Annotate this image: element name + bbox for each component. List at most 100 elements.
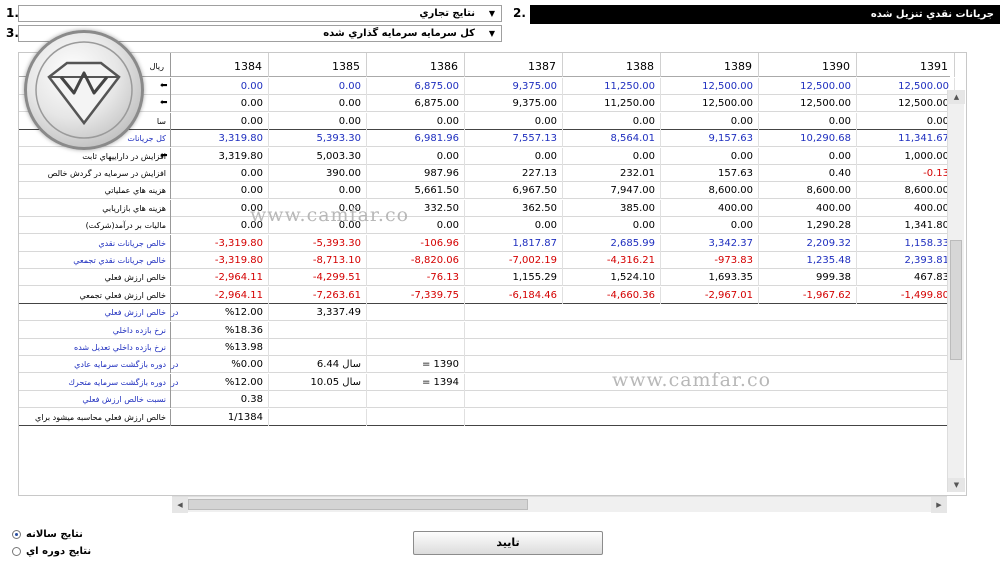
table-cell[interactable]: -2,964.11 xyxy=(171,286,269,304)
table-cell[interactable]: 1,000.00 xyxy=(857,147,955,165)
table-cell[interactable]: 12,500.00 xyxy=(661,95,759,113)
table-cell[interactable]: 385.00 xyxy=(563,199,661,217)
table-cell[interactable]: -2,964.11 xyxy=(171,269,269,287)
table-row[interactable]: افزايش در سرمايه در گردش خالص 0.00 390.00 9… xyxy=(19,165,955,182)
table-cell[interactable]: -4,299.51 xyxy=(269,269,367,287)
summary-value[interactable]: در %12.00 xyxy=(171,304,269,322)
table-cell[interactable]: -5,393.30 xyxy=(269,234,367,252)
summary-cell[interactable] xyxy=(367,321,465,339)
table-cell[interactable]: 400.00 xyxy=(661,199,759,217)
table-row[interactable]: افزايش در داراييهاي ثابت ⬅ 3,319.80 5,003.3… xyxy=(19,147,955,165)
table-cell[interactable]: 0.00 xyxy=(171,78,269,95)
summary-value[interactable]: %18.36 xyxy=(171,321,269,339)
table-cell[interactable]: 6,875.00 xyxy=(367,78,465,95)
table-cell[interactable]: -76.13 xyxy=(367,269,465,287)
table-cell[interactable]: 6,981.96 xyxy=(367,130,465,148)
summary-cell[interactable] xyxy=(269,339,367,356)
table-cell[interactable]: 12,500.00 xyxy=(857,95,955,113)
horizontal-scrollbar[interactable]: ◀ ▶ xyxy=(172,496,947,513)
table-cell[interactable]: 3,319.80 xyxy=(171,130,269,148)
table-cell[interactable]: 1,693.35 xyxy=(661,269,759,287)
summary-cell[interactable]: = 1390 xyxy=(367,356,465,374)
radio-annual-results[interactable]: نتايج سالانه xyxy=(12,529,102,541)
table-cell[interactable]: -1,499.80 xyxy=(857,286,955,304)
table-cell[interactable]: 9,375.00 xyxy=(465,95,563,113)
scroll-left-icon[interactable]: ◀ xyxy=(172,497,188,513)
table-cell[interactable]: 227.13 xyxy=(465,165,563,182)
scroll-down-icon[interactable]: ▼ xyxy=(948,478,965,492)
table-cell[interactable]: 999.38 xyxy=(759,269,857,287)
table-cell[interactable]: 0.00 xyxy=(269,112,367,130)
table-cell[interactable]: 6,875.00 xyxy=(367,95,465,113)
table-cell[interactable]: 11,341.67 xyxy=(857,130,955,148)
table-cell[interactable]: 400.00 xyxy=(759,199,857,217)
summary-row[interactable]: دوره بازگشت سرمايه عادي در %0.00 6.44 سال = … xyxy=(19,356,950,374)
table-cell[interactable]: 0.00 xyxy=(465,112,563,130)
table-cell[interactable]: 0.00 xyxy=(661,147,759,165)
summary-cell[interactable] xyxy=(269,321,367,339)
summary-value[interactable]: در %0.00 xyxy=(171,356,269,374)
summary-value[interactable]: 0.38 xyxy=(171,391,269,409)
summary-row[interactable]: نسبت خالص ارزش فعلي 0.38 xyxy=(19,391,950,409)
table-cell[interactable]: 12,500.00 xyxy=(759,78,857,95)
table-cell[interactable]: 3,342.37 xyxy=(661,234,759,252)
table-cell[interactable]: 8,600.00 xyxy=(661,182,759,200)
table-cell[interactable]: 0.00 xyxy=(269,95,367,113)
summary-row[interactable]: نرخ بازده داخلي تعديل شده %13.98 xyxy=(19,339,950,356)
table-cell[interactable]: 390.00 xyxy=(269,165,367,182)
table-cell[interactable]: -4,660.36 xyxy=(563,286,661,304)
table-cell[interactable]: -0.13 xyxy=(857,165,955,182)
summary-cell[interactable] xyxy=(367,339,465,356)
table-cell[interactable]: -4,316.21 xyxy=(563,252,661,269)
summary-value[interactable]: در %12.00 xyxy=(171,373,269,391)
table-cell[interactable]: 0.00 xyxy=(171,182,269,200)
radio-periodic-results[interactable]: نتايج دوره اي xyxy=(12,546,102,558)
table-row[interactable]: ⬅ 0.00 0.00 6,875.00 9,375.00 11,250.00 12,500… xyxy=(19,78,955,95)
table-cell[interactable]: 7,557.13 xyxy=(465,130,563,148)
table-cell[interactable]: -7,339.75 xyxy=(367,286,465,304)
table-cell[interactable]: 1,290.28 xyxy=(759,217,857,235)
table-cell[interactable]: 0.00 xyxy=(661,217,759,235)
vertical-scroll-thumb[interactable] xyxy=(950,240,962,360)
table-row[interactable]: سا 0.00 0.00 0.00 0.00 0.00 0.00 0.00 0.00 xyxy=(19,112,955,130)
table-cell[interactable]: 1,341.80 xyxy=(857,217,955,235)
summary-row[interactable]: نرخ بازده داخلي %18.36 xyxy=(19,321,950,339)
table-cell[interactable]: 0.00 xyxy=(171,95,269,113)
table-cell[interactable]: 0.00 xyxy=(269,78,367,95)
table-cell[interactable]: 8,600.00 xyxy=(759,182,857,200)
table-cell[interactable]: -8,713.10 xyxy=(269,252,367,269)
table-cell[interactable]: 0.00 xyxy=(465,147,563,165)
table-cell[interactable]: 12,500.00 xyxy=(759,95,857,113)
table-cell[interactable]: 1,158.33 xyxy=(857,234,955,252)
table-cell[interactable]: 0.00 xyxy=(563,147,661,165)
summary-cell[interactable]: = 1394 xyxy=(367,373,465,391)
scroll-right-icon[interactable]: ▶ xyxy=(931,497,947,513)
table-cell[interactable]: 400.00 xyxy=(857,199,955,217)
table-cell[interactable]: 0.00 xyxy=(367,147,465,165)
summary-cell[interactable]: 6.44 سال xyxy=(269,356,367,374)
table-cell[interactable]: 11,250.00 xyxy=(563,78,661,95)
table-cell[interactable]: -8,820.06 xyxy=(367,252,465,269)
table-cell[interactable]: 5,003.30 xyxy=(269,147,367,165)
table-cell[interactable]: 10,290.68 xyxy=(759,130,857,148)
table-cell[interactable]: 1,155.29 xyxy=(465,269,563,287)
summary-row[interactable]: دوره بازگشت سرمايه متحرك در %12.00 10.05 سا… xyxy=(19,373,950,391)
table-cell[interactable]: 987.96 xyxy=(367,165,465,182)
table-cell[interactable]: 2,685.99 xyxy=(563,234,661,252)
table-cell[interactable]: 2,393.81 xyxy=(857,252,955,269)
table-row[interactable]: خالص ارزش فعلي تجمعي -2,964.11 -7,263.61 -7… xyxy=(19,286,955,304)
table-cell[interactable]: 0.00 xyxy=(563,112,661,130)
horizontal-scroll-thumb[interactable] xyxy=(188,499,528,510)
table-cell[interactable]: 8,600.00 xyxy=(857,182,955,200)
table-row[interactable]: ⬅ 0.00 0.00 6,875.00 9,375.00 11,250.00 12,500… xyxy=(19,95,955,113)
table-row[interactable]: خالص جريانات نقدي تجمعي -3,319.80 -8,713.1… xyxy=(19,252,955,269)
table-cell[interactable]: 11,250.00 xyxy=(563,95,661,113)
table-cell[interactable]: 0.00 xyxy=(171,112,269,130)
summary-cell[interactable]: 3,337.49 xyxy=(269,304,367,322)
table-cell[interactable]: 12,500.00 xyxy=(857,78,955,95)
table-cell[interactable]: -2,967.01 xyxy=(661,286,759,304)
summary-value[interactable]: 1/1384 xyxy=(171,408,269,426)
table-row[interactable]: ماليات بر درآمد(شركت) 0.00 0.00 0.00 0.00 0.0… xyxy=(19,217,955,235)
table-cell[interactable]: -3,319.80 xyxy=(171,234,269,252)
table-cell[interactable]: -1,967.62 xyxy=(759,286,857,304)
